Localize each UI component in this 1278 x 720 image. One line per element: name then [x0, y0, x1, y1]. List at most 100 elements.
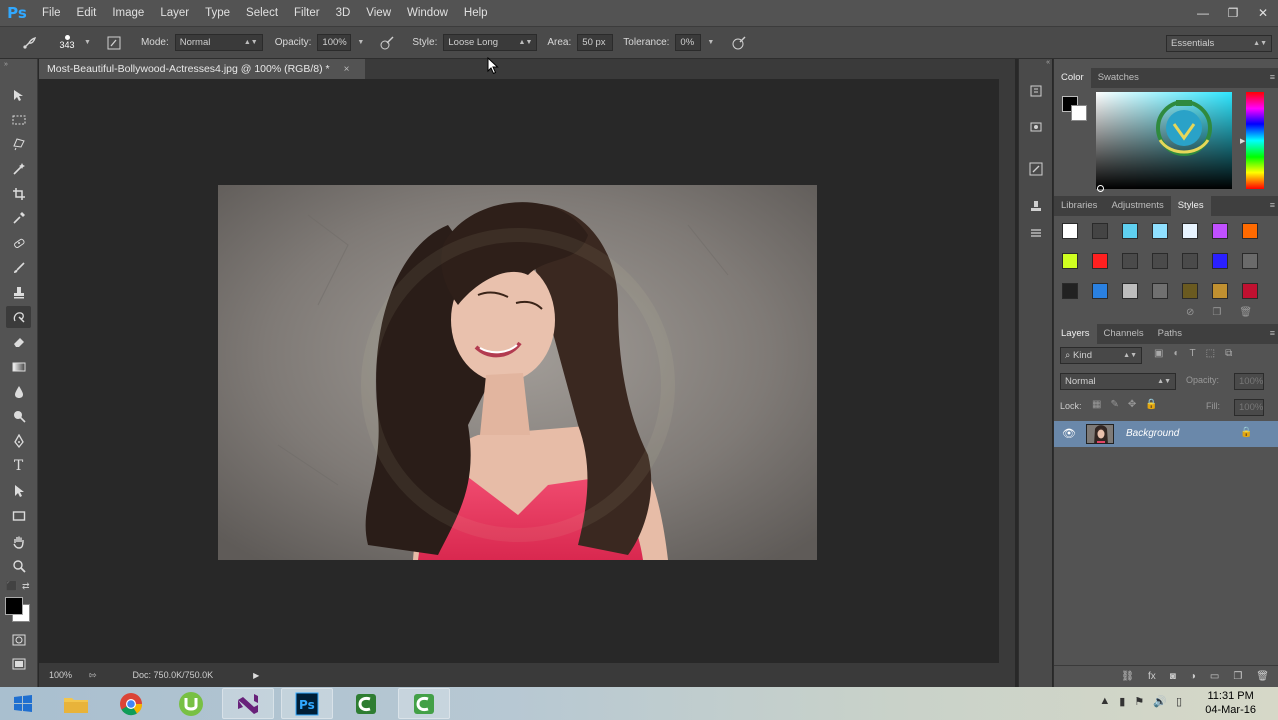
- start-button[interactable]: [0, 688, 46, 719]
- clone-stamp-tool-icon[interactable]: [6, 282, 31, 304]
- hue-slider-handle-icon[interactable]: ▶: [1240, 137, 1245, 145]
- style-swatch[interactable]: [1092, 283, 1108, 299]
- menu-layer[interactable]: Layer: [152, 0, 197, 26]
- menu-image[interactable]: Image: [104, 0, 152, 26]
- new-style-icon[interactable]: ❐: [1212, 307, 1221, 318]
- eyedropper-tool-icon[interactable]: [6, 207, 31, 229]
- style-swatch[interactable]: [1122, 283, 1138, 299]
- menu-select[interactable]: Select: [238, 0, 286, 26]
- battery-icon[interactable]: ▯: [1176, 695, 1182, 708]
- style-swatch[interactable]: [1182, 223, 1198, 239]
- filter-smart-object-icon[interactable]: ⧉: [1225, 348, 1232, 359]
- link-layers-icon[interactable]: ⛓: [1121, 671, 1134, 682]
- style-swatch[interactable]: [1122, 253, 1138, 269]
- lock-position-icon[interactable]: ✥: [1128, 399, 1136, 410]
- hue-slider[interactable]: [1246, 92, 1264, 189]
- tab-libraries[interactable]: Libraries: [1054, 196, 1104, 216]
- tray-expand-icon[interactable]: ▲: [1099, 695, 1110, 708]
- lasso-tool-icon[interactable]: [6, 133, 31, 155]
- layer-style-fx-icon[interactable]: fx: [1148, 671, 1156, 682]
- add-mask-icon[interactable]: ◙: [1170, 671, 1176, 682]
- tab-styles[interactable]: Styles: [1170, 196, 1211, 216]
- close-document-icon[interactable]: ×: [344, 64, 350, 75]
- clone-source-panel-icon[interactable]: [1026, 197, 1046, 217]
- menu-edit[interactable]: Edit: [69, 0, 105, 26]
- menu-filter[interactable]: Filter: [286, 0, 328, 26]
- crop-tool-icon[interactable]: [6, 183, 31, 205]
- workspace-switcher[interactable]: Essentials ▲▼: [1166, 35, 1272, 52]
- style-swatch[interactable]: [1062, 253, 1078, 269]
- new-adjustment-icon[interactable]: ◑: [1190, 671, 1196, 682]
- delete-style-icon[interactable]: 🗑: [1239, 307, 1252, 318]
- camtasia-icon[interactable]: [340, 688, 392, 719]
- tolerance-input[interactable]: 0%: [675, 34, 702, 51]
- history-panel-icon[interactable]: [1026, 81, 1046, 101]
- visual-studio-icon[interactable]: [222, 688, 274, 719]
- brush-preset-picker[interactable]: 343: [54, 30, 80, 56]
- panel-menu-icon[interactable]: ≡: [1270, 72, 1275, 82]
- collapse-panels-icon[interactable]: «: [1046, 59, 1050, 66]
- eraser-tool-icon[interactable]: [6, 331, 31, 353]
- action-center-icon[interactable]: ⚑: [1134, 695, 1144, 708]
- brush-picker-chevron-icon[interactable]: ▼: [84, 39, 91, 46]
- mode-select[interactable]: Normal ▲▼: [174, 34, 263, 51]
- menu-3d[interactable]: 3D: [328, 0, 359, 26]
- collapse-toolbar-icon[interactable]: »: [4, 61, 8, 68]
- style-swatch[interactable]: [1182, 283, 1198, 299]
- menu-type[interactable]: Type: [197, 0, 238, 26]
- quick-mask-icon[interactable]: [6, 629, 31, 651]
- opacity-input[interactable]: 100%: [317, 34, 352, 51]
- area-input[interactable]: 50 px: [577, 34, 614, 51]
- brush-settings-panel-icon[interactable]: [1026, 159, 1046, 179]
- canvas-area[interactable]: [39, 79, 999, 663]
- style-swatch[interactable]: [1182, 253, 1198, 269]
- path-selection-tool-icon[interactable]: [6, 480, 31, 502]
- lock-all-icon[interactable]: 🔒: [1145, 399, 1157, 410]
- style-swatch[interactable]: [1122, 223, 1138, 239]
- screen-mode-icon[interactable]: [6, 653, 31, 675]
- default-colors-icon[interactable]: ⬛: [6, 581, 17, 592]
- fill-input[interactable]: 100%: [1234, 399, 1264, 416]
- opacity-slider-chevron-icon[interactable]: ▼: [357, 39, 364, 46]
- clear-style-icon[interactable]: ⊘: [1186, 307, 1194, 318]
- foreground-color-swatch[interactable]: [5, 597, 23, 615]
- layer-name[interactable]: Background: [1126, 428, 1179, 439]
- style-swatch[interactable]: [1212, 283, 1228, 299]
- magic-wand-tool-icon[interactable]: [6, 158, 31, 180]
- tab-swatches[interactable]: Swatches: [1091, 68, 1146, 88]
- style-swatch[interactable]: [1152, 223, 1168, 239]
- tab-channels[interactable]: Channels: [1097, 324, 1151, 344]
- blend-mode-select[interactable]: Normal ▲▼: [1060, 373, 1176, 390]
- utorrent-icon[interactable]: [165, 688, 217, 719]
- color-panel-background[interactable]: [1071, 105, 1087, 121]
- file-explorer-icon[interactable]: [50, 688, 102, 719]
- brush-panel-toggle-icon[interactable]: [103, 32, 125, 54]
- layer-visibility-eye-icon[interactable]: 👁: [1062, 427, 1076, 440]
- zoom-level[interactable]: 100%: [49, 670, 85, 680]
- new-group-icon[interactable]: ▭: [1210, 671, 1219, 682]
- document-tab[interactable]: Most-Beautiful-Bollywood-Actresses4.jpg …: [39, 59, 365, 79]
- zoom-tool-icon[interactable]: [6, 555, 31, 577]
- style-swatch[interactable]: [1092, 223, 1108, 239]
- status-menu-arrow-icon[interactable]: ▶: [253, 671, 259, 680]
- pressure-size-icon[interactable]: [728, 32, 750, 54]
- restore-button[interactable]: ❐: [1218, 0, 1248, 26]
- tab-layers[interactable]: Layers: [1054, 324, 1097, 344]
- swap-colors-icon[interactable]: ⇄: [22, 581, 30, 592]
- menu-window[interactable]: Window: [399, 0, 456, 26]
- pressure-opacity-icon[interactable]: [376, 32, 398, 54]
- marquee-tool-icon[interactable]: [6, 109, 31, 131]
- layer-row-background[interactable]: 👁 Background 🔒: [1054, 421, 1278, 447]
- minimize-button[interactable]: —: [1188, 0, 1218, 26]
- style-swatch[interactable]: [1092, 253, 1108, 269]
- filter-adjustment-icon[interactable]: ◐: [1173, 348, 1179, 359]
- art-history-brush-tool-icon[interactable]: [6, 306, 31, 328]
- tool-presets-panel-icon[interactable]: [1026, 223, 1046, 243]
- document-image[interactable]: [218, 185, 817, 560]
- style-swatch[interactable]: [1212, 223, 1228, 239]
- move-tool-icon[interactable]: [6, 85, 31, 107]
- hand-tool-icon[interactable]: [6, 531, 31, 553]
- chrome-icon[interactable]: [105, 688, 157, 719]
- lock-pixels-icon[interactable]: ✎: [1110, 399, 1118, 410]
- type-tool-icon[interactable]: T: [6, 455, 31, 477]
